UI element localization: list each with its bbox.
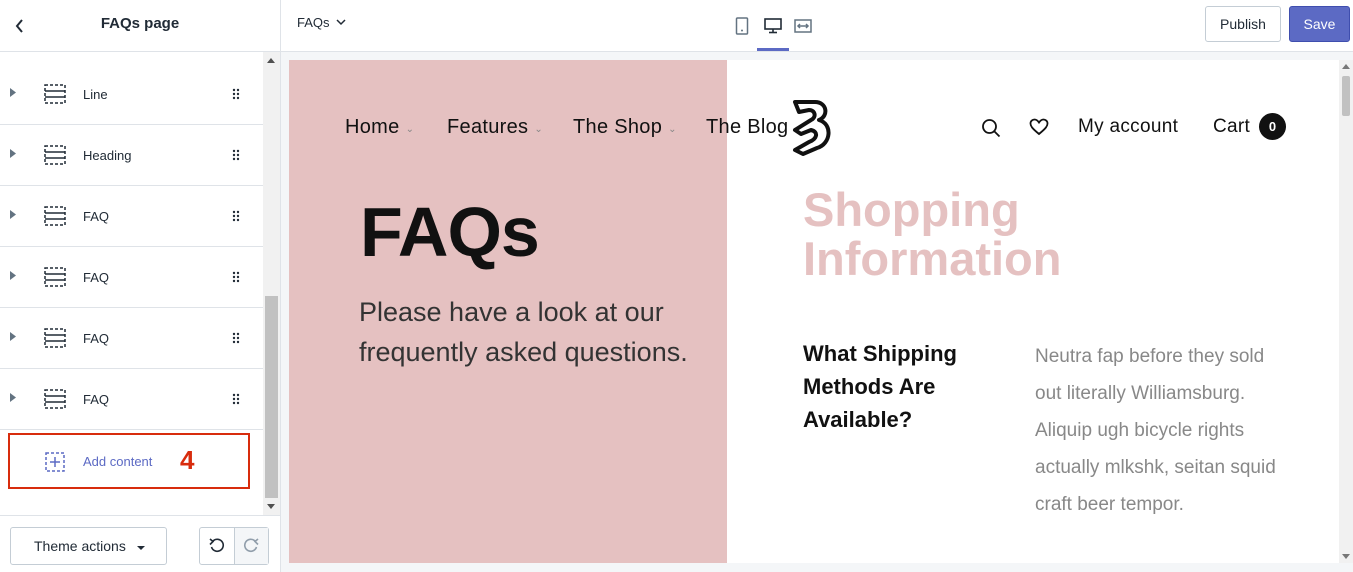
sidebar-scrollbar[interactable] xyxy=(263,52,280,515)
drag-handle-icon[interactable] xyxy=(232,149,240,161)
section-block-icon xyxy=(44,145,66,165)
nav-label: Features xyxy=(447,116,529,138)
scroll-thumb[interactable] xyxy=(265,296,278,498)
section-label: FAQ xyxy=(83,391,110,407)
mobile-icon xyxy=(735,17,749,35)
cart-count-badge: 0 xyxy=(1259,113,1286,140)
nav-item-the-blog[interactable]: The Blog xyxy=(706,116,788,139)
caret-right-icon[interactable] xyxy=(10,210,16,219)
editor-sidebar: FAQs page Line Heading FAQ FAQ FAQ FAQ A… xyxy=(0,0,281,572)
section-label: Line xyxy=(83,86,108,102)
undo-button[interactable] xyxy=(200,528,234,564)
mobile-view-button[interactable] xyxy=(729,13,755,39)
chevron-down-icon: ⌄ xyxy=(405,124,415,135)
search-icon[interactable] xyxy=(981,118,1001,138)
caret-right-icon[interactable] xyxy=(10,393,16,402)
publish-button[interactable]: Publish xyxy=(1205,6,1281,42)
active-view-indicator xyxy=(757,48,789,51)
caret-right-icon[interactable] xyxy=(10,149,16,158)
chevron-down-icon: ⌄ xyxy=(668,124,677,135)
section-title: Shopping Information xyxy=(803,183,1062,285)
nav-item-home[interactable]: Home ⌄ xyxy=(345,116,414,139)
save-button[interactable]: Save xyxy=(1289,6,1350,42)
scroll-thumb[interactable] xyxy=(1342,76,1350,116)
section-label: FAQ xyxy=(83,330,110,346)
section-item-heading[interactable]: Heading xyxy=(0,125,263,186)
chevron-down-icon: ⌄ xyxy=(534,124,544,135)
undo-icon xyxy=(209,538,225,553)
drag-handle-icon[interactable] xyxy=(232,332,240,344)
faq-answer: Neutra fap before they sold out literall… xyxy=(1035,346,1276,515)
hero-subtitle: Please have a look at our frequently ask… xyxy=(359,297,688,367)
page-selector-label: FAQs xyxy=(297,15,330,30)
scroll-up-icon[interactable] xyxy=(1342,64,1350,69)
section-label: FAQ xyxy=(83,208,110,224)
nav-item-features[interactable]: Features ⌄ xyxy=(447,116,543,139)
caret-down-icon xyxy=(137,546,145,550)
section-list: Line Heading FAQ FAQ FAQ FAQ Add content xyxy=(0,52,263,515)
caret-right-icon[interactable] xyxy=(10,332,16,341)
section-block-icon xyxy=(44,84,66,104)
add-content-button[interactable]: Add content xyxy=(8,433,250,489)
preview-scrollbar[interactable] xyxy=(1339,60,1353,563)
add-section-icon xyxy=(45,452,65,472)
section-block-icon xyxy=(44,267,66,287)
drag-handle-icon[interactable] xyxy=(232,271,240,283)
redo-icon xyxy=(244,538,260,553)
chevron-down-icon xyxy=(335,19,346,26)
sidebar-footer: Theme actions xyxy=(0,515,280,572)
section-label: FAQ xyxy=(83,269,110,285)
section-item-line[interactable]: Line xyxy=(0,64,263,125)
sidebar-header: FAQs page xyxy=(0,0,280,52)
section-block-icon xyxy=(44,206,66,226)
section-item-faq[interactable]: FAQ xyxy=(0,369,263,430)
drag-handle-icon[interactable] xyxy=(232,88,240,100)
nav-label: Home xyxy=(345,116,400,138)
add-content-label: Add content xyxy=(83,454,153,469)
scroll-down-icon[interactable] xyxy=(1342,554,1350,559)
cart-link[interactable]: Cart xyxy=(1213,116,1250,138)
full-width-view-button[interactable] xyxy=(790,13,816,39)
section-block-icon xyxy=(44,328,66,348)
section-item-faq[interactable]: FAQ xyxy=(0,247,263,308)
section-item-faq[interactable]: FAQ xyxy=(0,186,263,247)
heart-icon[interactable] xyxy=(1029,118,1049,136)
drag-handle-icon[interactable] xyxy=(232,393,240,405)
theme-actions-label: Theme actions xyxy=(34,538,126,554)
brand-logo[interactable] xyxy=(789,98,841,156)
redo-button[interactable] xyxy=(233,528,268,564)
caret-right-icon[interactable] xyxy=(10,88,16,97)
step-marker: 4 xyxy=(180,445,195,475)
theme-actions-button[interactable]: Theme actions xyxy=(10,527,167,565)
section-block-icon xyxy=(44,389,66,409)
scroll-down-icon[interactable] xyxy=(267,504,275,509)
expand-horizontal-icon xyxy=(794,19,812,33)
section-label: Heading xyxy=(83,147,132,163)
drag-handle-icon[interactable] xyxy=(232,210,240,222)
storefront-preview: Home ⌄ Features ⌄ The Shop ⌄ The Blog My ac… xyxy=(289,60,1339,563)
section-item-faq[interactable]: FAQ xyxy=(0,308,263,369)
desktop-icon xyxy=(764,18,782,34)
desktop-view-button[interactable] xyxy=(760,13,786,39)
nav-label: The Blog xyxy=(706,116,789,138)
editor-topbar: FAQs Publish Save xyxy=(281,0,1353,52)
nav-item-the-shop[interactable]: The Shop ⌄ xyxy=(573,116,677,139)
scroll-up-icon[interactable] xyxy=(267,58,275,63)
undo-redo-group xyxy=(199,527,269,565)
sidebar-title: FAQs page xyxy=(100,15,180,32)
faq-question: What Shipping Methods Are Available? xyxy=(803,341,957,432)
page-selector[interactable]: FAQs xyxy=(297,15,346,30)
hero-title: FAQs xyxy=(360,193,540,271)
nav-label: The Shop xyxy=(573,116,663,138)
caret-right-icon[interactable] xyxy=(10,271,16,280)
my-account-link[interactable]: My account xyxy=(1078,116,1178,138)
